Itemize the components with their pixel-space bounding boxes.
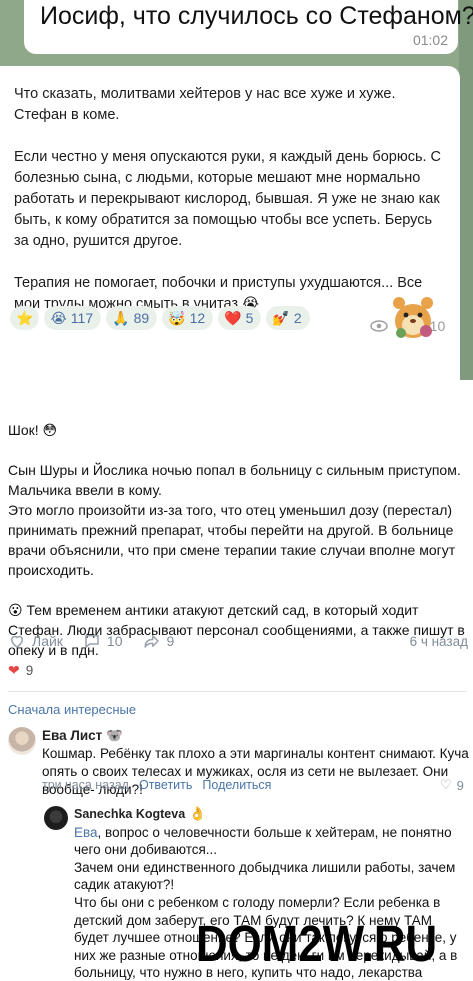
reaction-count: 117 bbox=[70, 310, 94, 326]
comment-meta: три часа назад Ответить Поделиться bbox=[42, 778, 271, 792]
share-comment-button[interactable]: Поделиться bbox=[202, 778, 271, 792]
avatar[interactable] bbox=[44, 806, 68, 830]
nail-polish-icon: 💅 bbox=[272, 309, 290, 326]
star-icon: ⭐ bbox=[16, 309, 34, 326]
reaction-count: 5 bbox=[245, 310, 254, 326]
likes-summary[interactable]: ❤ 9 bbox=[8, 662, 33, 679]
hamster-sticker-icon bbox=[393, 297, 433, 338]
comments-button[interactable]: 10 bbox=[83, 632, 123, 650]
post-actions-bar: Лайк 10 9 6 ч назад bbox=[8, 631, 468, 651]
mention-link[interactable]: Ева bbox=[74, 825, 98, 840]
chat-background bbox=[459, 0, 473, 380]
comment-time: три часа назад bbox=[42, 778, 129, 792]
message-paragraph: Что сказать, молитвами хейтеров у нас вс… bbox=[14, 86, 396, 123]
reaction-count: 12 bbox=[189, 310, 206, 326]
incoming-message-bubble: Что сказать, молитвами хейтеров у нас вс… bbox=[0, 66, 460, 380]
reaction-pray[interactable]: 🙏 89 bbox=[106, 306, 158, 330]
comments-sort-dropdown[interactable]: Сначала интересные bbox=[8, 702, 136, 717]
eye-icon bbox=[370, 320, 388, 332]
like-label: Лайк bbox=[32, 633, 63, 649]
heart-icon: ❤️ bbox=[224, 309, 242, 326]
share-button[interactable]: 9 bbox=[143, 632, 175, 650]
crying-face-icon: 😭 bbox=[50, 309, 67, 326]
post-time: 6 ч назад bbox=[409, 633, 468, 649]
comment-author[interactable]: Sanechka Kogteva bbox=[74, 807, 185, 821]
watermark: DOM2W.RU bbox=[196, 915, 438, 972]
heart-outline-icon bbox=[10, 635, 24, 648]
reaction-nails[interactable]: 💅 2 bbox=[266, 306, 310, 330]
heart-outline-icon: ♡ bbox=[440, 777, 452, 792]
avatar[interactable] bbox=[8, 727, 36, 755]
post-headline: Шок! 😳 bbox=[8, 422, 58, 438]
folded-hands-icon: 🙏 bbox=[112, 309, 130, 326]
reaction-star[interactable]: ⭐ bbox=[10, 306, 40, 330]
post-text: Шок! 😳 Сын Шуры и Йослика ночью попал в … bbox=[8, 420, 468, 660]
post-paragraph: 😮 Тем временем антики атакуют детский са… bbox=[8, 602, 465, 658]
like-button[interactable]: Лайк bbox=[8, 632, 63, 650]
heart-filled-icon: ❤ bbox=[8, 662, 20, 678]
comment-like-button[interactable]: ♡ 9 bbox=[440, 777, 464, 793]
question-text: Иосиф, что случилось со Стефаном? bbox=[40, 2, 473, 30]
message-text: Что сказать, молитвами хейтеров у нас вс… bbox=[14, 84, 449, 315]
likes-count: 9 bbox=[25, 663, 34, 678]
question-time: 01:02 bbox=[412, 32, 448, 48]
outgoing-message-bubble: Иосиф, что случилось со Стефаном? 01:02 bbox=[24, 0, 473, 54]
shares-count: 9 bbox=[166, 633, 175, 649]
comment-text: Зачем они единственного добыдчика лишили… bbox=[74, 859, 456, 893]
reaction-count: 89 bbox=[133, 310, 150, 326]
post-paragraph: Это могло произойти из-за того, что отец… bbox=[8, 502, 456, 578]
share-icon bbox=[144, 635, 159, 648]
ok-hand-icon: 👌 bbox=[188, 806, 206, 821]
reaction-heart[interactable]: ❤️ 5 bbox=[218, 306, 262, 330]
message-paragraph: Если честно у меня опускаются руки, я ка… bbox=[14, 149, 442, 249]
reaction-crying[interactable]: 😭 117 bbox=[44, 306, 102, 330]
reaction-count: 2 bbox=[293, 310, 302, 326]
comment-icon bbox=[85, 635, 99, 648]
comment-likes-count: 9 bbox=[456, 777, 464, 793]
divider bbox=[8, 691, 466, 692]
reply-button[interactable]: Ответить bbox=[139, 778, 192, 792]
koala-icon: 🐨 bbox=[106, 728, 123, 743]
exploding-head-icon: 🤯 bbox=[168, 309, 186, 326]
post-paragraph: Сын Шуры и Йослика ночью попал в больниц… bbox=[8, 462, 461, 498]
reaction-mindblown[interactable]: 🤯 12 bbox=[162, 306, 214, 330]
telegram-screenshot: Иосиф, что случилось со Стефаном? 01:02 … bbox=[0, 0, 473, 380]
reactions-bar: ⭐ 😭 117 🙏 89 🤯 12 ❤️ 5 💅 2 bbox=[10, 306, 310, 330]
comment-text: Ева, вопрос о человечности больше к хейт… bbox=[74, 824, 452, 858]
comment-author[interactable]: Ева Лист bbox=[42, 728, 102, 743]
comments-count: 10 bbox=[106, 633, 123, 649]
